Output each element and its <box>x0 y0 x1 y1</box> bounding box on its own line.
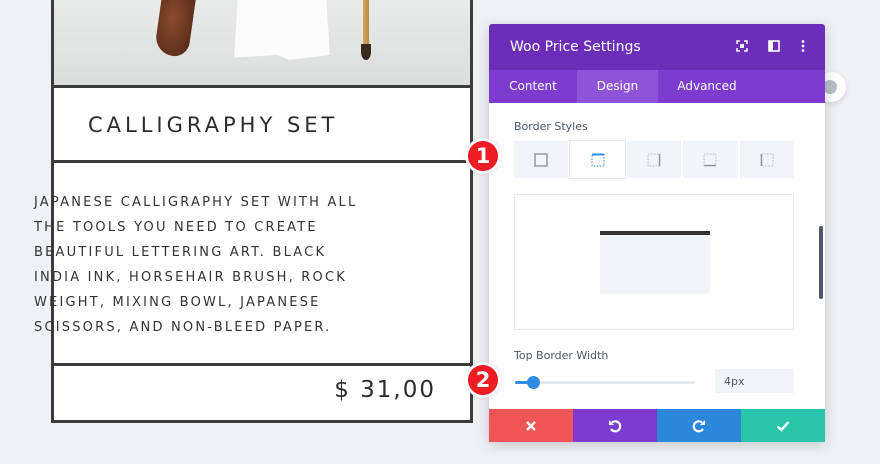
step-marker-1: 1 <box>465 138 501 174</box>
top-border-width-input[interactable] <box>715 369 794 393</box>
panel-footer <box>489 409 825 442</box>
panel-title: Woo Price Settings <box>510 39 641 55</box>
paper-graphic <box>234 0 330 60</box>
cancel-button[interactable] <box>489 409 573 442</box>
border-all-icon <box>534 152 548 167</box>
redo-button[interactable] <box>657 409 741 442</box>
border-preview <box>514 194 794 330</box>
border-top-button[interactable] <box>570 141 625 178</box>
description-line: SCISSORS, AND NON-BLEED PAPER. <box>34 320 332 335</box>
price-section: $ 31,00 <box>54 363 470 420</box>
border-styles-label: Border Styles <box>514 120 588 133</box>
more-vertical-icon[interactable] <box>795 38 811 54</box>
product-description: JAPANESE CALLIGRAPHY SET WITH ALL THE TO… <box>34 190 394 340</box>
brush-tip-graphic <box>361 44 371 60</box>
product-image <box>54 0 470 88</box>
description-line: JAPANESE CALLIGRAPHY SET WITH ALL <box>34 195 358 210</box>
brush-graphic <box>363 0 369 46</box>
border-preview-sample <box>600 231 710 294</box>
tab-design[interactable]: Design <box>577 70 658 103</box>
ink-pouch-graphic <box>153 0 197 59</box>
product-title-section: CALLIGRAPHY SET <box>54 91 470 163</box>
description-line: INDIA INK, HORSEHAIR BRUSH, ROCK <box>34 270 347 285</box>
save-button[interactable] <box>741 409 825 442</box>
slider-handle[interactable] <box>527 376 540 389</box>
description-line: WEIGHT, MIXING BOWL, JAPANESE <box>34 295 321 310</box>
border-right-button[interactable] <box>626 141 682 178</box>
tab-advanced[interactable]: Advanced <box>658 70 756 103</box>
border-top-icon <box>591 153 605 166</box>
check-icon <box>776 420 790 432</box>
top-border-width-label: Top Border Width <box>514 349 609 362</box>
border-left-button[interactable] <box>739 141 795 178</box>
split-view-icon[interactable] <box>766 38 782 54</box>
panel-tabs: Content Design Advanced <box>489 70 825 103</box>
border-bottom-icon <box>703 153 717 166</box>
undo-icon <box>609 419 622 432</box>
expand-icon[interactable] <box>734 38 750 54</box>
redo-icon <box>692 419 705 432</box>
top-border-width-slider[interactable] <box>515 381 695 384</box>
description-line: THE TOOLS YOU NEED TO CREATE <box>34 220 318 235</box>
undo-button[interactable] <box>573 409 657 442</box>
panel-header: Woo Price Settings <box>489 24 825 70</box>
product-price: $ 31,00 <box>334 377 436 403</box>
description-line: BEAUTIFUL LETTERING ART. BLACK <box>34 245 327 260</box>
panel-scrollbar[interactable] <box>819 226 823 299</box>
border-bottom-button[interactable] <box>683 141 738 178</box>
close-icon <box>526 420 536 431</box>
border-left-icon <box>760 153 774 166</box>
product-title: CALLIGRAPHY SET <box>88 113 339 137</box>
border-right-icon <box>647 153 661 166</box>
tab-content[interactable]: Content <box>489 70 577 103</box>
step-marker-2: 2 <box>465 362 501 398</box>
border-style-selector <box>514 141 795 178</box>
border-all-sides-button[interactable] <box>514 141 569 178</box>
